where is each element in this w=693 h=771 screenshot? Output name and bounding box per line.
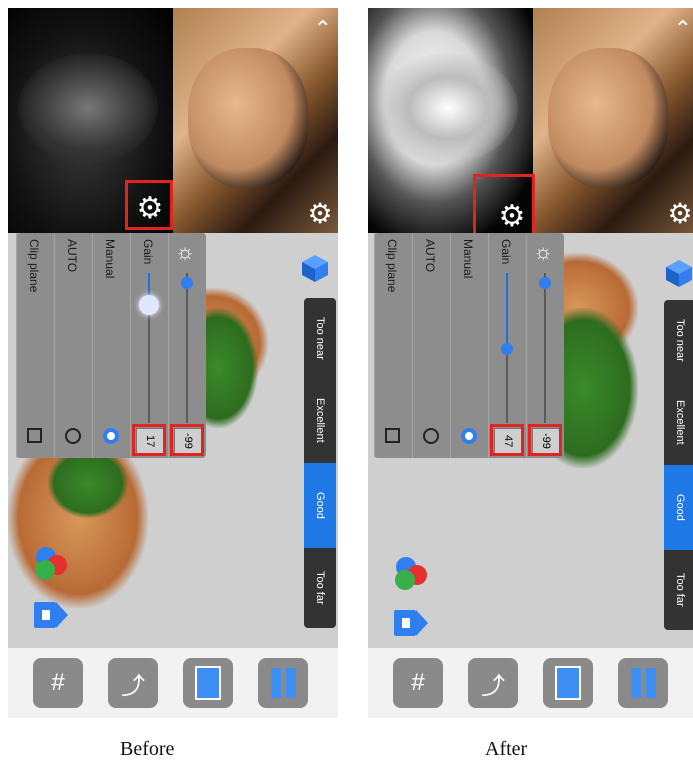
distance-good: Good <box>304 463 336 548</box>
manual-label: Manual <box>461 239 475 279</box>
distance-excellent: Excellent <box>314 398 326 443</box>
settings-panel: Clip plane AUTO Manual Gain 47 ☼ -99 <box>374 233 564 458</box>
home-icon[interactable] <box>392 606 430 640</box>
gain-slider-knob[interactable] <box>139 295 159 315</box>
manual-row[interactable]: Manual <box>92 233 129 458</box>
chevron-up-icon[interactable]: ⌃ <box>314 18 332 40</box>
highlight-box <box>528 424 562 456</box>
color-circles-icon[interactable] <box>30 543 72 585</box>
two-bars-icon[interactable] <box>618 658 668 708</box>
undo-arrow-icon[interactable]: ⤴ <box>108 658 158 708</box>
auto-label: AUTO <box>65 239 79 273</box>
clip-plane-label: Clip plane <box>27 239 41 293</box>
clip-plane-checkbox[interactable] <box>27 428 42 443</box>
caption-after: After <box>485 738 528 760</box>
distance-too-far: Too far <box>674 573 686 607</box>
gear-icon[interactable]: ⚙ <box>660 193 693 233</box>
gain-row: Gain 47 <box>488 233 525 458</box>
chevron-up-icon[interactable]: ⌃ <box>674 18 692 40</box>
bottom-toolbar: # ⤴ <box>8 648 338 718</box>
exposure-slider[interactable] <box>544 273 546 423</box>
distance-indicator: Too near Excellent Good Too far <box>664 300 693 630</box>
gain-slider-knob[interactable] <box>501 343 513 355</box>
highlight-box <box>132 424 166 456</box>
face-image <box>548 48 668 188</box>
manual-radio[interactable] <box>461 428 477 444</box>
cube-icon[interactable] <box>664 258 693 288</box>
auto-radio[interactable] <box>423 428 439 444</box>
screenshot-before: ⌃ ⚙ ⚙ Clip plane AUTO Manual Gain 17 ☼ -… <box>8 8 338 718</box>
distance-good: Good <box>664 465 693 550</box>
square-icon[interactable] <box>543 658 593 708</box>
exposure-slider-knob[interactable] <box>181 277 193 289</box>
square-icon[interactable] <box>183 658 233 708</box>
gain-row: Gain 17 <box>130 233 167 458</box>
sun-icon: ☼ <box>175 239 196 264</box>
highlight-box <box>473 174 535 238</box>
exposure-slider-knob[interactable] <box>539 277 551 289</box>
clip-plane-row[interactable]: Clip plane <box>374 233 411 458</box>
auto-row[interactable]: AUTO <box>54 233 91 458</box>
manual-radio[interactable] <box>103 428 119 444</box>
scan-model <box>48 448 128 518</box>
caption-before: Before <box>120 738 175 760</box>
sun-icon: ☼ <box>533 239 554 264</box>
two-bars-icon[interactable] <box>258 658 308 708</box>
auto-label: AUTO <box>423 239 437 273</box>
grid-icon[interactable]: # <box>393 658 443 708</box>
exposure-slider[interactable] <box>186 273 188 423</box>
highlight-box <box>125 180 173 230</box>
distance-too-near: Too near <box>314 316 326 360</box>
highlight-box <box>170 424 204 456</box>
clip-plane-checkbox[interactable] <box>385 428 400 443</box>
manual-label: Manual <box>103 239 117 279</box>
settings-panel: Clip plane AUTO Manual Gain 17 ☼ -99 <box>16 233 206 458</box>
face-image <box>188 48 308 188</box>
clip-plane-label: Clip plane <box>385 239 399 293</box>
gain-label: Gain <box>141 239 155 265</box>
exposure-row: ☼ -99 <box>168 233 205 458</box>
manual-row[interactable]: Manual <box>450 233 487 458</box>
clip-plane-row[interactable]: Clip plane <box>16 233 53 458</box>
auto-radio[interactable] <box>65 428 81 444</box>
distance-too-far: Too far <box>314 571 326 605</box>
bottom-toolbar: # ⤴ <box>368 648 693 718</box>
distance-too-near: Too near <box>674 318 686 362</box>
distance-excellent: Excellent <box>674 400 686 445</box>
cube-icon[interactable] <box>300 253 330 283</box>
screenshot-after: ⌃ ⚙ ⚙ Clip plane AUTO Manual Gain 47 ☼ -… <box>368 8 693 718</box>
distance-indicator: Too near Excellent Good Too far <box>304 298 336 628</box>
home-icon[interactable] <box>32 598 70 632</box>
gear-icon[interactable]: ⚙ <box>300 193 338 233</box>
color-circles-icon[interactable] <box>390 553 432 595</box>
highlight-box <box>490 424 524 456</box>
gain-label: Gain <box>499 239 513 265</box>
undo-arrow-icon[interactable]: ⤴ <box>468 658 518 708</box>
auto-row[interactable]: AUTO <box>412 233 449 458</box>
grid-icon[interactable]: # <box>33 658 83 708</box>
exposure-row: ☼ -99 <box>526 233 563 458</box>
